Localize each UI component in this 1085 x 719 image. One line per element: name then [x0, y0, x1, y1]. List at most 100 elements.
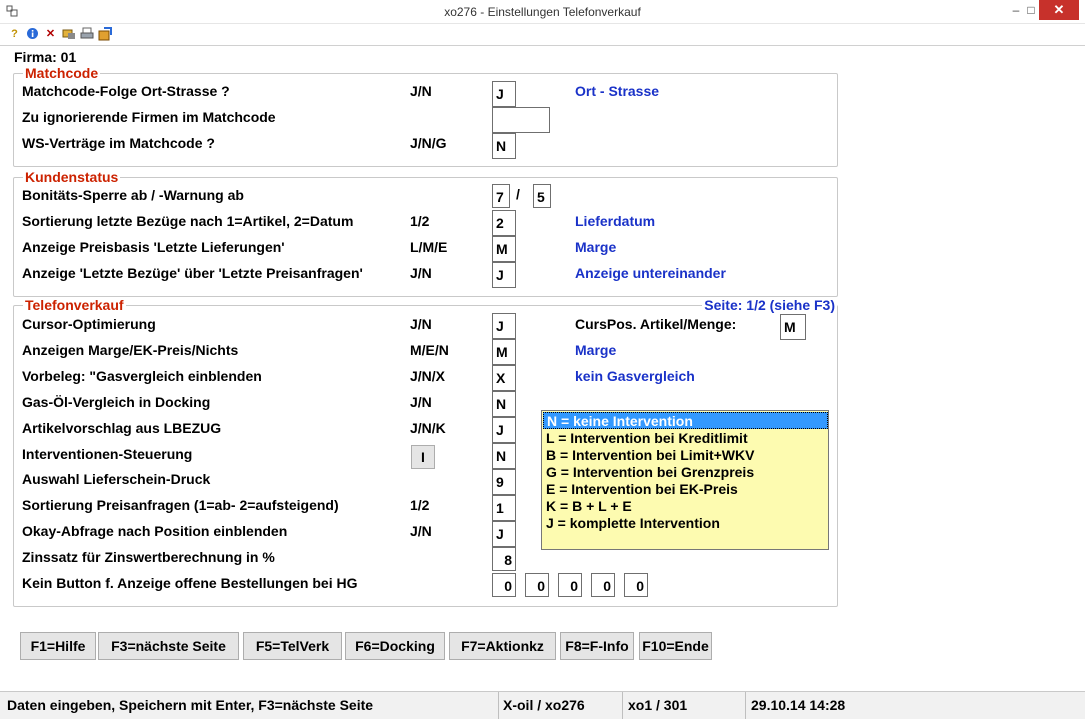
okay-abfrage-hint: J/N	[410, 523, 432, 539]
interventionen-label: Interventionen-Steuerung	[22, 446, 193, 462]
f8-finfo-button[interactable]: F8=F-Info	[560, 632, 634, 660]
title-bar: xo276 - Einstellungen Telefonverkauf – □…	[0, 0, 1085, 24]
matchcode-folge-desc: Ort - Strasse	[575, 83, 660, 99]
artikelvorschlag-label: Artikelvorschlag aus LBEZUG	[22, 420, 222, 436]
marge-ek-desc: Marge	[575, 342, 617, 358]
intervention-info-button[interactable]: I	[411, 445, 435, 469]
intervention-option[interactable]: L = Intervention bei Kreditlimit	[543, 430, 828, 447]
gasvergleich-desc: kein Gasvergleich	[575, 368, 695, 384]
intervention-option[interactable]: J = komplette Intervention	[543, 515, 828, 532]
status-datetime: 29.10.14 14:28	[751, 697, 846, 713]
letzte-bezuege-label: Anzeige 'Letzte Bezüge' über 'Letzte Pre…	[22, 265, 363, 281]
print-icon[interactable]	[79, 27, 94, 42]
status-system: X-oil / xo276	[503, 697, 585, 713]
intervention-option[interactable]: N = keine Intervention	[543, 412, 828, 429]
intervention-option[interactable]: G = Intervention bei Grenzpreis	[543, 464, 828, 481]
preisbasis-desc: Marge	[575, 239, 617, 255]
ignore-firms-label: Zu ignorierende Firmen im Matchcode	[22, 109, 276, 125]
status-message: Daten eingeben, Speichern mit Enter, F3=…	[7, 697, 374, 713]
hg-input-4[interactable]: 0	[591, 573, 615, 597]
okay-abfrage-input[interactable]: J	[492, 521, 516, 547]
preisbasis-label: Anzeige Preisbasis 'Letzte Lieferungen'	[22, 239, 285, 255]
bonitaet-label: Bonitäts-Sperre ab / -Warnung ab	[22, 187, 244, 203]
matchcode-folge-input[interactable]: J	[492, 81, 516, 107]
kein-button-label: Kein Button f. Anzeige offene Bestellung…	[22, 575, 358, 591]
cursor-optimierung-hint: J/N	[410, 316, 432, 332]
zinssatz-label: Zinssatz für Zinswertberechnung in %	[22, 549, 275, 565]
intervention-option[interactable]: E = Intervention bei EK-Preis	[543, 481, 828, 498]
preisbasis-input[interactable]: M	[492, 236, 516, 262]
tools-icon[interactable]	[61, 27, 76, 42]
firma-label: Firma: 01	[14, 49, 77, 65]
sortierung-preisanfragen-hint: 1/2	[410, 497, 430, 513]
gas-oel-input[interactable]: N	[492, 391, 516, 417]
gasvergleich-input[interactable]: X	[492, 365, 516, 391]
hg-input-5[interactable]: 0	[624, 573, 648, 597]
status-divider	[498, 692, 499, 719]
gasvergleich-label: Vorbeleg: "Gasvergleich einblenden	[22, 368, 262, 384]
f10-end-button[interactable]: F10=Ende	[639, 632, 712, 660]
curspos-label: CursPos. Artikel/Menge:	[575, 316, 737, 332]
lieferschein-label: Auswahl Lieferschein-Druck	[22, 471, 211, 487]
intervention-option[interactable]: B = Intervention bei Limit+WKV	[543, 447, 828, 464]
hg-input-3[interactable]: 0	[558, 573, 582, 597]
kundenstatus-legend: Kundenstatus	[23, 169, 121, 185]
telefonverkauf-legend: Telefonverkauf	[23, 297, 126, 313]
cursor-optimierung-input[interactable]: J	[492, 313, 516, 339]
matchcode-legend: Matchcode	[23, 65, 101, 81]
letzte-bezuege-input[interactable]: J	[492, 262, 516, 288]
f5-telverk-button[interactable]: F5=TelVerk	[243, 632, 342, 660]
marge-ek-input[interactable]: M	[492, 339, 516, 365]
window-title: xo276 - Einstellungen Telefonverkauf	[444, 5, 641, 19]
sortierung-bezuege-hint: 1/2	[410, 213, 430, 229]
cursor-optimierung-label: Cursor-Optimierung	[22, 316, 156, 332]
close-button[interactable]: ✕	[1039, 0, 1079, 20]
intervention-listbox[interactable]: N = keine Intervention L = Intervention …	[541, 410, 829, 550]
sortierung-bezuege-input[interactable]: 2	[492, 210, 516, 236]
status-divider	[745, 692, 746, 719]
hg-input-2[interactable]: 0	[525, 573, 549, 597]
bonitaet-sperre-input[interactable]: 7	[492, 184, 510, 208]
gasvergleich-hint: J/N/X	[410, 368, 446, 384]
f1-help-button[interactable]: F1=Hilfe	[20, 632, 96, 660]
f7-aktionkz-button[interactable]: F7=Aktionkz	[449, 632, 556, 660]
artikelvorschlag-input[interactable]: J	[492, 417, 516, 443]
ignore-firms-input[interactable]	[492, 107, 550, 133]
ws-vertraege-input[interactable]: N	[492, 133, 516, 159]
f3-next-page-button[interactable]: F3=nächste Seite	[98, 632, 239, 660]
status-user: xo1 / 301	[628, 697, 688, 713]
sortierung-bezuege-desc: Lieferdatum	[575, 213, 656, 229]
artikelvorschlag-hint: J/N/K	[410, 420, 446, 436]
matchcode-folge-hint: J/N	[410, 83, 432, 99]
help-icon[interactable]: ?	[7, 27, 22, 42]
marge-ek-hint: M/E/N	[410, 342, 449, 358]
bonitaet-separator: /	[516, 186, 520, 202]
sortierung-bezuege-label: Sortierung letzte Bezüge nach 1=Artikel,…	[22, 213, 354, 229]
f6-docking-button[interactable]: F6=Docking	[345, 632, 445, 660]
intervention-option[interactable]: K = B + L + E	[543, 498, 828, 515]
export-icon[interactable]	[97, 27, 112, 42]
info-icon[interactable]	[25, 27, 40, 42]
curspos-input[interactable]: M	[780, 314, 806, 340]
interventionen-input[interactable]: N	[492, 443, 516, 469]
matchcode-folge-label: Matchcode-Folge Ort-Strasse ?	[22, 83, 230, 99]
hg-input-1[interactable]: 0	[492, 573, 516, 597]
gas-oel-hint: J/N	[410, 394, 432, 410]
cancel-icon[interactable]: ✕	[43, 27, 58, 42]
letzte-bezuege-desc: Anzeige untereinander	[575, 265, 726, 281]
maximize-button[interactable]: □	[1023, 0, 1039, 20]
gas-oel-label: Gas-Öl-Vergleich in Docking	[22, 394, 211, 410]
sortierung-preisanfragen-input[interactable]: 1	[492, 495, 516, 521]
status-bar: Daten eingeben, Speichern mit Enter, F3=…	[0, 691, 1085, 719]
minimize-button[interactable]: –	[1008, 0, 1024, 20]
ws-vertraege-label: WS-Verträge im Matchcode ?	[22, 135, 215, 151]
sortierung-preisanfragen-label: Sortierung Preisanfragen (1=ab- 2=aufste…	[22, 497, 339, 513]
letzte-bezuege-hint: J/N	[410, 265, 432, 281]
page-info: Seite: 1/2 (siehe F3)	[702, 297, 837, 313]
status-divider	[622, 692, 623, 719]
bonitaet-warnung-input[interactable]: 5	[533, 184, 551, 208]
okay-abfrage-label: Okay-Abfrage nach Position einblenden	[22, 523, 288, 539]
zinssatz-input[interactable]: 8	[492, 547, 516, 571]
ws-vertraege-hint: J/N/G	[410, 135, 447, 151]
lieferschein-input[interactable]: 9	[492, 469, 516, 495]
